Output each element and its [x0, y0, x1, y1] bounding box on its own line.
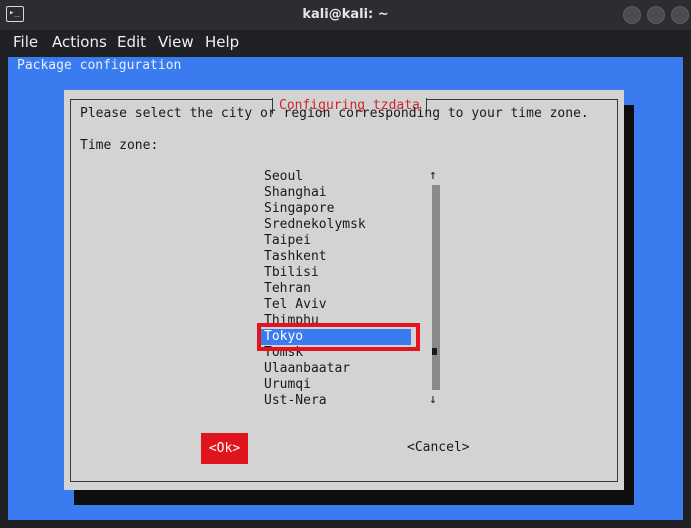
menu-help[interactable]: Help [205, 33, 239, 51]
window-title: kali@kali: ~ [302, 7, 389, 22]
list-item[interactable]: Tbilisi [259, 265, 419, 281]
scrollbar-track[interactable] [432, 185, 440, 390]
scroll-up-arrow-icon[interactable]: ↑ [429, 168, 437, 183]
list-item[interactable]: Ust-Nera [259, 393, 419, 409]
list-item[interactable]: Seoul [259, 169, 419, 185]
time-zone-label: Time zone: [80, 138, 159, 153]
list-item[interactable]: Shanghai [259, 185, 419, 201]
menu-view[interactable]: View [158, 33, 194, 51]
tzdata-dialog: Configuring tzdata Please select the cit… [64, 90, 624, 490]
minimize-button[interactable] [623, 6, 641, 24]
menubar: File Actions Edit View Help [0, 30, 691, 57]
ok-button[interactable]: <Ok> [201, 433, 248, 464]
list-item[interactable]: Tashkent [259, 249, 419, 265]
scrollbar-thumb[interactable] [432, 348, 437, 355]
window-titlebar: ▸_ kali@kali: ~ [0, 0, 691, 30]
package-configuration-header: Package configuration [17, 58, 182, 73]
list-item[interactable]: Urumqi [259, 377, 419, 393]
list-item[interactable]: Ulaanbaatar [259, 361, 419, 377]
cancel-button[interactable]: <Cancel> [407, 440, 470, 455]
list-item[interactable]: Singapore [259, 201, 419, 217]
terminal-backdrop: Package configuration Configuring tzdata… [8, 57, 683, 520]
selection-highlight-box [257, 323, 420, 351]
list-item[interactable]: Tel Aviv [259, 297, 419, 313]
dialog-prompt: Please select the city or region corresp… [80, 106, 589, 121]
list-item[interactable]: Tehran [259, 281, 419, 297]
menu-file[interactable]: File [13, 33, 38, 51]
close-button[interactable] [671, 6, 689, 24]
list-item[interactable]: Srednekolymsk [259, 217, 419, 233]
maximize-button[interactable] [647, 6, 665, 24]
list-item[interactable]: Taipei [259, 233, 419, 249]
menu-edit[interactable]: Edit [117, 33, 146, 51]
time-zone-list[interactable]: Seoul Shanghai Singapore Srednekolymsk T… [259, 169, 419, 409]
menu-actions[interactable]: Actions [52, 33, 107, 51]
terminal-area[interactable]: Package configuration Configuring tzdata… [0, 57, 691, 528]
scroll-down-arrow-icon[interactable]: ↓ [429, 392, 437, 407]
